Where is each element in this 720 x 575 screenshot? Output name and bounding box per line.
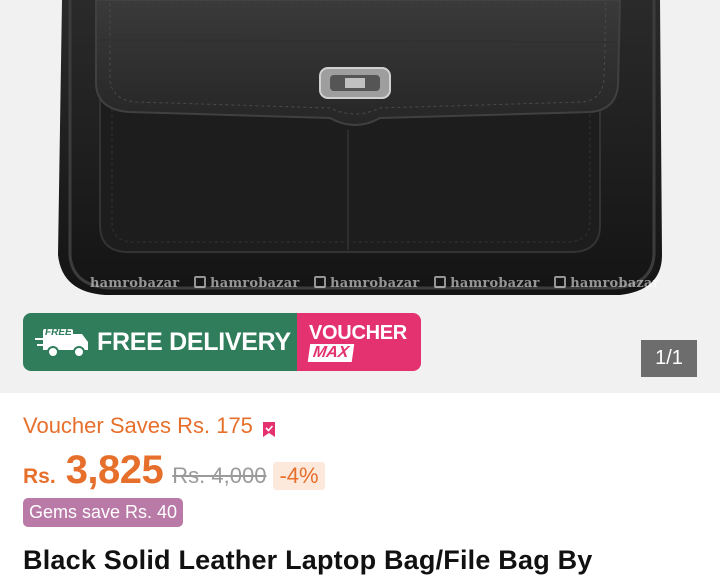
currency-label: Rs. [23, 465, 56, 488]
free-tag-label: FREE [45, 327, 72, 338]
watermark-text: hamrobazar [210, 276, 300, 291]
free-delivery-label: FREE DELIVERY [97, 327, 291, 356]
free-delivery-section: FREE FREE DELIVERY [23, 313, 297, 371]
watermark-row: hamrobazar hamrobazar hamrobazar hamroba… [90, 276, 670, 291]
gems-save-badge: Gems save Rs. 40 [23, 498, 184, 527]
price-row: Rs. 3,825 Rs. 4,000 -4% [23, 448, 325, 493]
watermark-logo-icon [314, 276, 327, 288]
watermark-text: hamrobazar [570, 276, 660, 291]
watermark-text: hamrobazar [330, 276, 420, 291]
watermark-text: hamrobazar [90, 276, 180, 291]
product-image-gallery[interactable]: hamrobazar hamrobazar hamrobazar hamroba… [0, 0, 720, 393]
image-counter: 1/1 [641, 340, 697, 377]
voucher-saves-row[interactable]: Voucher Saves Rs. 175 [23, 413, 276, 439]
voucher-tag-icon [262, 418, 276, 437]
voucher-max-section: VOUCHER MAX [297, 313, 421, 371]
watermark-text: hamrobazar [450, 276, 540, 291]
gems-save-label: Gems save Rs. 40 [29, 502, 178, 522]
voucher-label: VOUCHER [309, 321, 407, 344]
discount-badge: -4% [273, 462, 325, 490]
delivery-truck-icon: FREE [35, 325, 91, 359]
watermark-logo-icon [554, 276, 567, 288]
watermark-logo-icon [434, 276, 447, 288]
original-price: Rs. 4,000 [172, 463, 267, 488]
voucher-saves-label: Voucher Saves Rs. 175 [23, 413, 253, 438]
promo-banner[interactable]: FREE FREE DELIVERY VOUCHER MAX [23, 313, 421, 371]
current-price: 3,825 [65, 448, 164, 492]
product-title: Black Solid Leather Laptop Bag/File Bag … [23, 545, 593, 575]
watermark-logo-icon [194, 276, 207, 288]
max-label: MAX [307, 343, 354, 362]
